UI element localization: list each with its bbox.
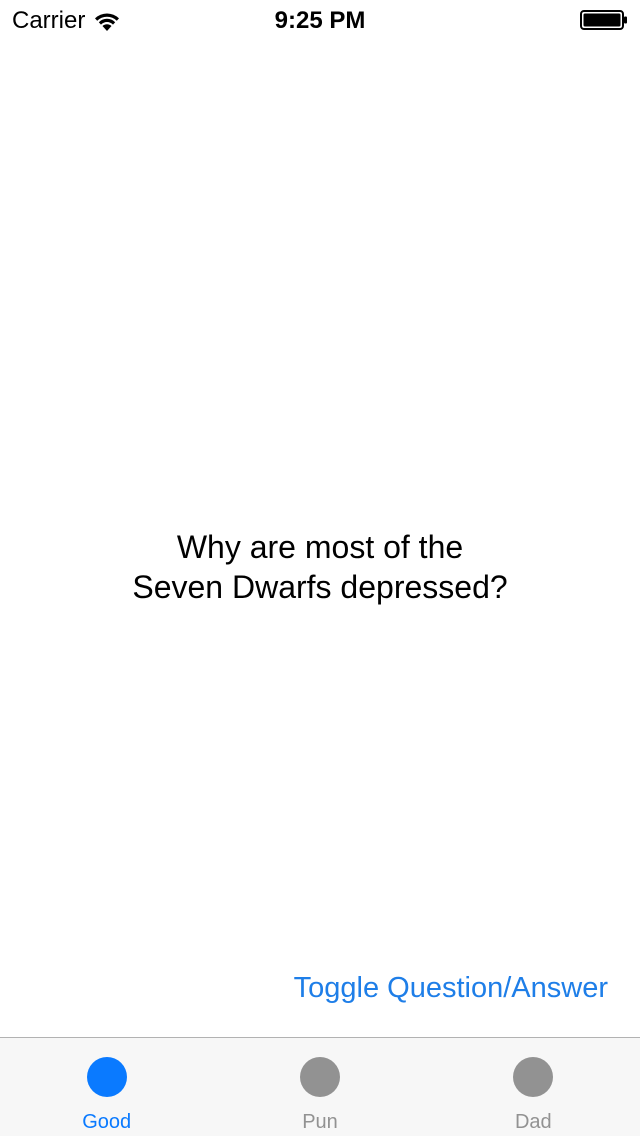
tab-dad[interactable]: Dad	[427, 1038, 640, 1136]
joke-line-2: Seven Dwarfs depressed?	[132, 569, 508, 605]
circle-icon	[299, 1057, 340, 1097]
joke-line-1: Why are most of the	[176, 529, 464, 565]
tab-pun[interactable]: Pun	[213, 1038, 426, 1136]
tab-good[interactable]: Good	[0, 1038, 213, 1136]
app-screen: Carrier 9:25 PM Why are most of the Seve…	[0, 0, 640, 1136]
tab-label-good: Good	[82, 1111, 132, 1133]
circle-icon	[513, 1057, 554, 1097]
tab-label-dad: Dad	[514, 1111, 552, 1133]
tab-bar: Good Pun Dad	[0, 1037, 640, 1136]
clock: 9:25 PM	[274, 7, 366, 34]
tab-label-pun: Pun	[302, 1111, 338, 1133]
status-bar: Carrier 9:25 PM	[0, 0, 640, 40]
battery-icon	[580, 10, 627, 30]
circle-icon	[86, 1057, 127, 1097]
joke-question: Why are most of the Seven Dwarfs depress…	[40, 527, 600, 607]
toggle-question-answer-button[interactable]: Toggle Question/Answer	[294, 972, 608, 1005]
